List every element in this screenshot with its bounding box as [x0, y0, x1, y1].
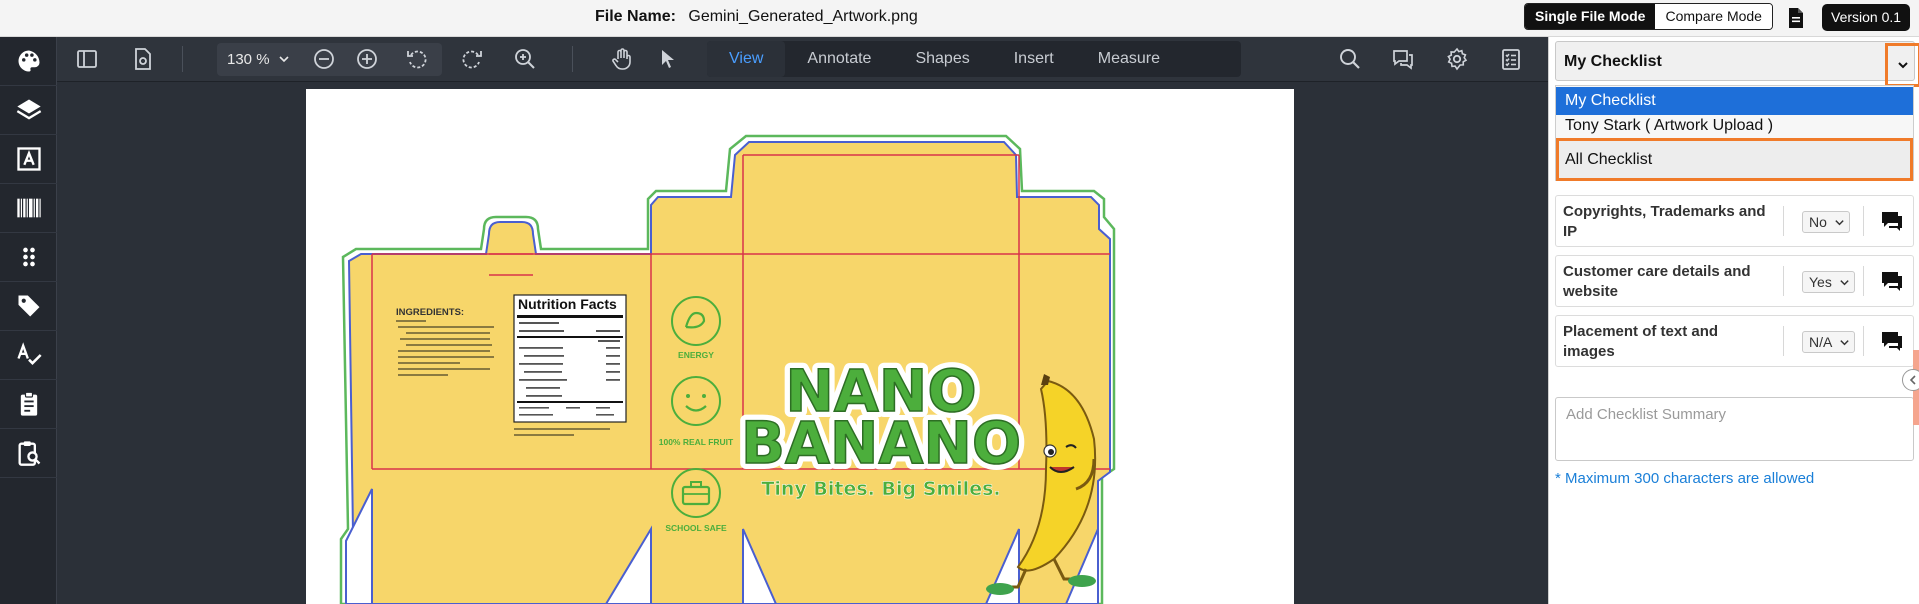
checklist-item-value: N/A: [1809, 334, 1833, 350]
divider: [1783, 266, 1784, 296]
summary-placeholder: Add Checklist Summary: [1566, 406, 1727, 423]
palette-icon[interactable]: [0, 37, 57, 86]
dropdown-option-tony-stark[interactable]: Tony Stark ( Artwork Upload ): [1556, 115, 1913, 137]
rotate-right-icon[interactable]: [458, 45, 486, 73]
divider: [1863, 326, 1864, 356]
toolbar: 130 % View Annotate Shapes Insert Measur…: [57, 37, 1548, 82]
checklist-dropdown-toggle[interactable]: [1885, 43, 1919, 87]
tab-shapes[interactable]: Shapes: [893, 41, 991, 77]
checklist-item-label: Placement of text and images: [1563, 323, 1719, 360]
checklist-item: Copyrights, Trademarks and IP No: [1555, 195, 1914, 247]
clipboard-icon[interactable]: [0, 380, 57, 429]
settings-icon[interactable]: [1443, 45, 1471, 73]
nutrition-title: Nutrition Facts: [518, 296, 617, 312]
brand-line2: BANANO: [741, 409, 1021, 477]
ingredients-title: INGREDIENTS:: [396, 307, 464, 318]
comment-icon[interactable]: [1880, 330, 1904, 352]
badge-real-fruit: 100% REAL FRUIT: [659, 437, 734, 447]
file-name: File Name: Gemini_Generated_Artwork.png: [595, 8, 918, 26]
chevron-left-icon: [1909, 375, 1916, 385]
checklist-item-select[interactable]: No: [1802, 211, 1850, 233]
grip-dots-icon[interactable]: [0, 233, 57, 282]
mode-tabs: View Annotate Shapes Insert Measure: [707, 41, 1241, 77]
tag-icon[interactable]: [0, 282, 57, 331]
checklist-item-select[interactable]: N/A: [1802, 331, 1856, 353]
sidebar-toggle-icon[interactable]: [73, 45, 101, 73]
checklist-icon[interactable]: [1497, 45, 1525, 73]
zoom-out-icon[interactable]: [310, 45, 338, 73]
comments-icon[interactable]: [1389, 45, 1417, 73]
toolbar-separator: [182, 46, 183, 72]
clipboard-search-icon[interactable]: [0, 429, 57, 478]
divider: [1783, 206, 1784, 236]
checklist-select[interactable]: My Checklist: [1555, 41, 1919, 87]
brand-tagline: Tiny Bites. Big Smiles.: [761, 478, 1000, 500]
document-icon[interactable]: [1784, 6, 1808, 30]
barcode-icon[interactable]: [0, 184, 57, 233]
zoom-in-icon[interactable]: [353, 45, 381, 73]
checklist-item-label: Customer care details and website: [1563, 263, 1751, 300]
checklist-item-select[interactable]: Yes: [1802, 271, 1855, 293]
zoom-select[interactable]: 130 %: [227, 51, 270, 68]
chevron-down-icon: [1898, 62, 1908, 69]
checklist-item: Placement of text and images N/A: [1555, 315, 1914, 367]
checklist-item-value: No: [1809, 214, 1827, 230]
mode-toggle: Single File Mode Compare Mode: [1524, 3, 1773, 30]
chevron-down-icon: [1840, 280, 1849, 286]
max-characters-note: * Maximum 300 characters are allowed: [1555, 470, 1815, 487]
text-icon[interactable]: [0, 135, 57, 184]
checklist-panel: My Checklist My Checklist Tony Stark ( A…: [1548, 37, 1919, 604]
badge-school-safe: SCHOOL SAFE: [665, 523, 727, 533]
chevron-down-icon: [1840, 340, 1850, 346]
box-dieline-artwork: INGREDIENTS: Nutrition Facts ENERGY 100%…: [339, 134, 1116, 604]
page-settings-icon[interactable]: [129, 45, 157, 73]
badge-energy: ENERGY: [678, 350, 714, 360]
hand-pan-icon[interactable]: [608, 45, 636, 73]
compare-mode-button[interactable]: Compare Mode: [1655, 4, 1772, 29]
divider: [1863, 266, 1864, 296]
file-name-value: Gemini_Generated_Artwork.png: [688, 8, 918, 25]
tab-view[interactable]: View: [707, 41, 786, 77]
left-sidebar: [0, 37, 57, 604]
chevron-down-icon: [1835, 220, 1844, 226]
file-name-label: File Name:: [595, 8, 676, 25]
layers-icon[interactable]: [0, 86, 57, 135]
checklist-item-value: Yes: [1809, 274, 1832, 290]
divider: [1783, 326, 1784, 356]
checklist-summary-input[interactable]: Add Checklist Summary: [1555, 397, 1914, 461]
checklist-item-label: Copyrights, Trademarks and IP: [1563, 203, 1766, 240]
spellcheck-icon[interactable]: [0, 331, 57, 380]
tab-annotate[interactable]: Annotate: [785, 41, 893, 77]
collapse-panel-button[interactable]: [1902, 369, 1919, 391]
top-bar: File Name: Gemini_Generated_Artwork.png …: [0, 0, 1919, 37]
dropdown-option-my-checklist[interactable]: My Checklist: [1556, 87, 1913, 115]
tab-insert[interactable]: Insert: [992, 41, 1076, 77]
version-badge: Version 0.1: [1822, 4, 1911, 31]
chevron-down-icon[interactable]: [277, 52, 291, 66]
toolbar-separator: [572, 46, 573, 72]
rotate-left-icon[interactable]: [403, 45, 431, 73]
comment-icon[interactable]: [1880, 210, 1904, 232]
artwork-page[interactable]: INGREDIENTS: Nutrition Facts ENERGY 100%…: [306, 89, 1294, 604]
single-file-mode-button[interactable]: Single File Mode: [1525, 4, 1656, 29]
comment-icon[interactable]: [1880, 270, 1904, 292]
checklist-item: Customer care details and website Yes: [1555, 255, 1914, 307]
divider: [1863, 206, 1864, 236]
pointer-icon[interactable]: [654, 45, 682, 73]
tab-measure[interactable]: Measure: [1076, 41, 1182, 77]
zoom-area-icon[interactable]: [511, 45, 539, 73]
search-icon[interactable]: [1336, 45, 1364, 73]
checklist-select-value: My Checklist: [1564, 53, 1662, 70]
document-canvas[interactable]: INGREDIENTS: Nutrition Facts ENERGY 100%…: [57, 82, 1548, 604]
dropdown-option-all-checklist[interactable]: All Checklist: [1556, 138, 1913, 181]
checklist-dropdown-list: My Checklist Tony Stark ( Artwork Upload…: [1555, 85, 1914, 181]
